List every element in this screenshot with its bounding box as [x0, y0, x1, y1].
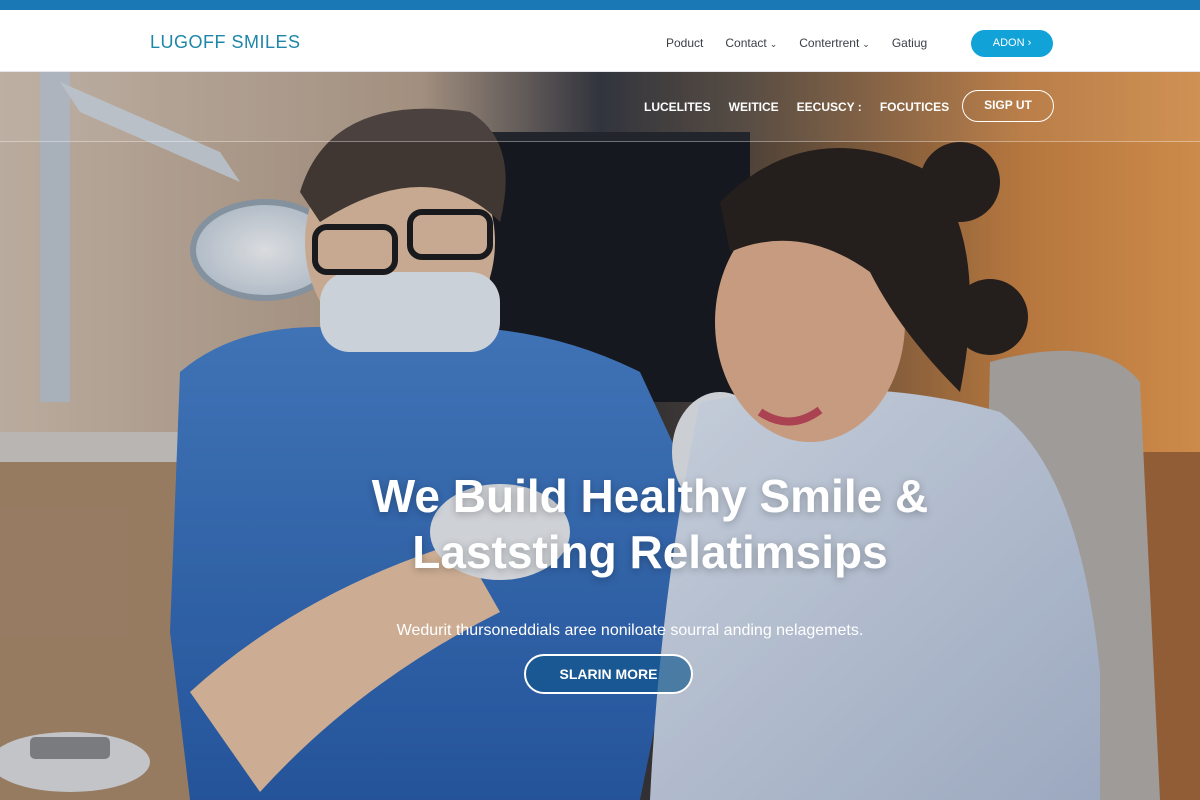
- chevron-down-icon: ⌄: [862, 39, 870, 49]
- nav-item-contact-label: Contact: [725, 36, 767, 50]
- hero-subtext: Wedurit thursoneddials aree noniloate so…: [396, 622, 864, 639]
- chevron-down-icon: ⌄: [769, 39, 778, 49]
- hero-nav-item-3[interactable]: EECUSCY :: [797, 100, 862, 114]
- nav-item-content[interactable]: Contertrent ⌄: [799, 36, 870, 50]
- sign-up-button[interactable]: SIGP UT: [962, 90, 1054, 122]
- top-accent-stripe: [0, 0, 1200, 10]
- site-logo[interactable]: LUGOFF SMILES: [150, 32, 301, 53]
- nav-item-contact[interactable]: Contact ⌄: [725, 36, 777, 50]
- nav-item-product[interactable]: Poduct: [666, 36, 703, 50]
- nav-item-content-label: Contertrent: [799, 36, 860, 50]
- hero-nav-item-1[interactable]: LUCELITES: [644, 100, 711, 114]
- learn-more-button[interactable]: SLARIN MORE: [524, 654, 693, 694]
- site-header: LUGOFF SMILES Poduct Contact ⌄ Contertren…: [0, 10, 1200, 72]
- hero-section: LUCELITES WEITICE EECUSCY : FOCUTICES SI…: [0, 72, 1200, 800]
- hero-headline: We Build Healthy Smile & Laststing Relat…: [300, 468, 1000, 580]
- main-nav: Poduct Contact ⌄ Contertrent ⌄ Gatiug: [666, 36, 927, 50]
- hero-headline-line-1: We Build Healthy Smile &: [371, 470, 929, 522]
- hero-nav-bar: LUCELITES WEITICE EECUSCY : FOCUTICES SI…: [0, 72, 1200, 142]
- hero-nav: LUCELITES WEITICE EECUSCY : FOCUTICES: [644, 100, 949, 114]
- nav-item-gating[interactable]: Gatiug: [892, 36, 927, 50]
- hero-nav-item-4[interactable]: FOCUTICES: [880, 100, 949, 114]
- header-cta-button[interactable]: ADON ›: [971, 30, 1053, 57]
- hero-headline-line-2: Laststing Relatimsips: [412, 526, 888, 578]
- hero-nav-item-2[interactable]: WEITICE: [729, 100, 779, 114]
